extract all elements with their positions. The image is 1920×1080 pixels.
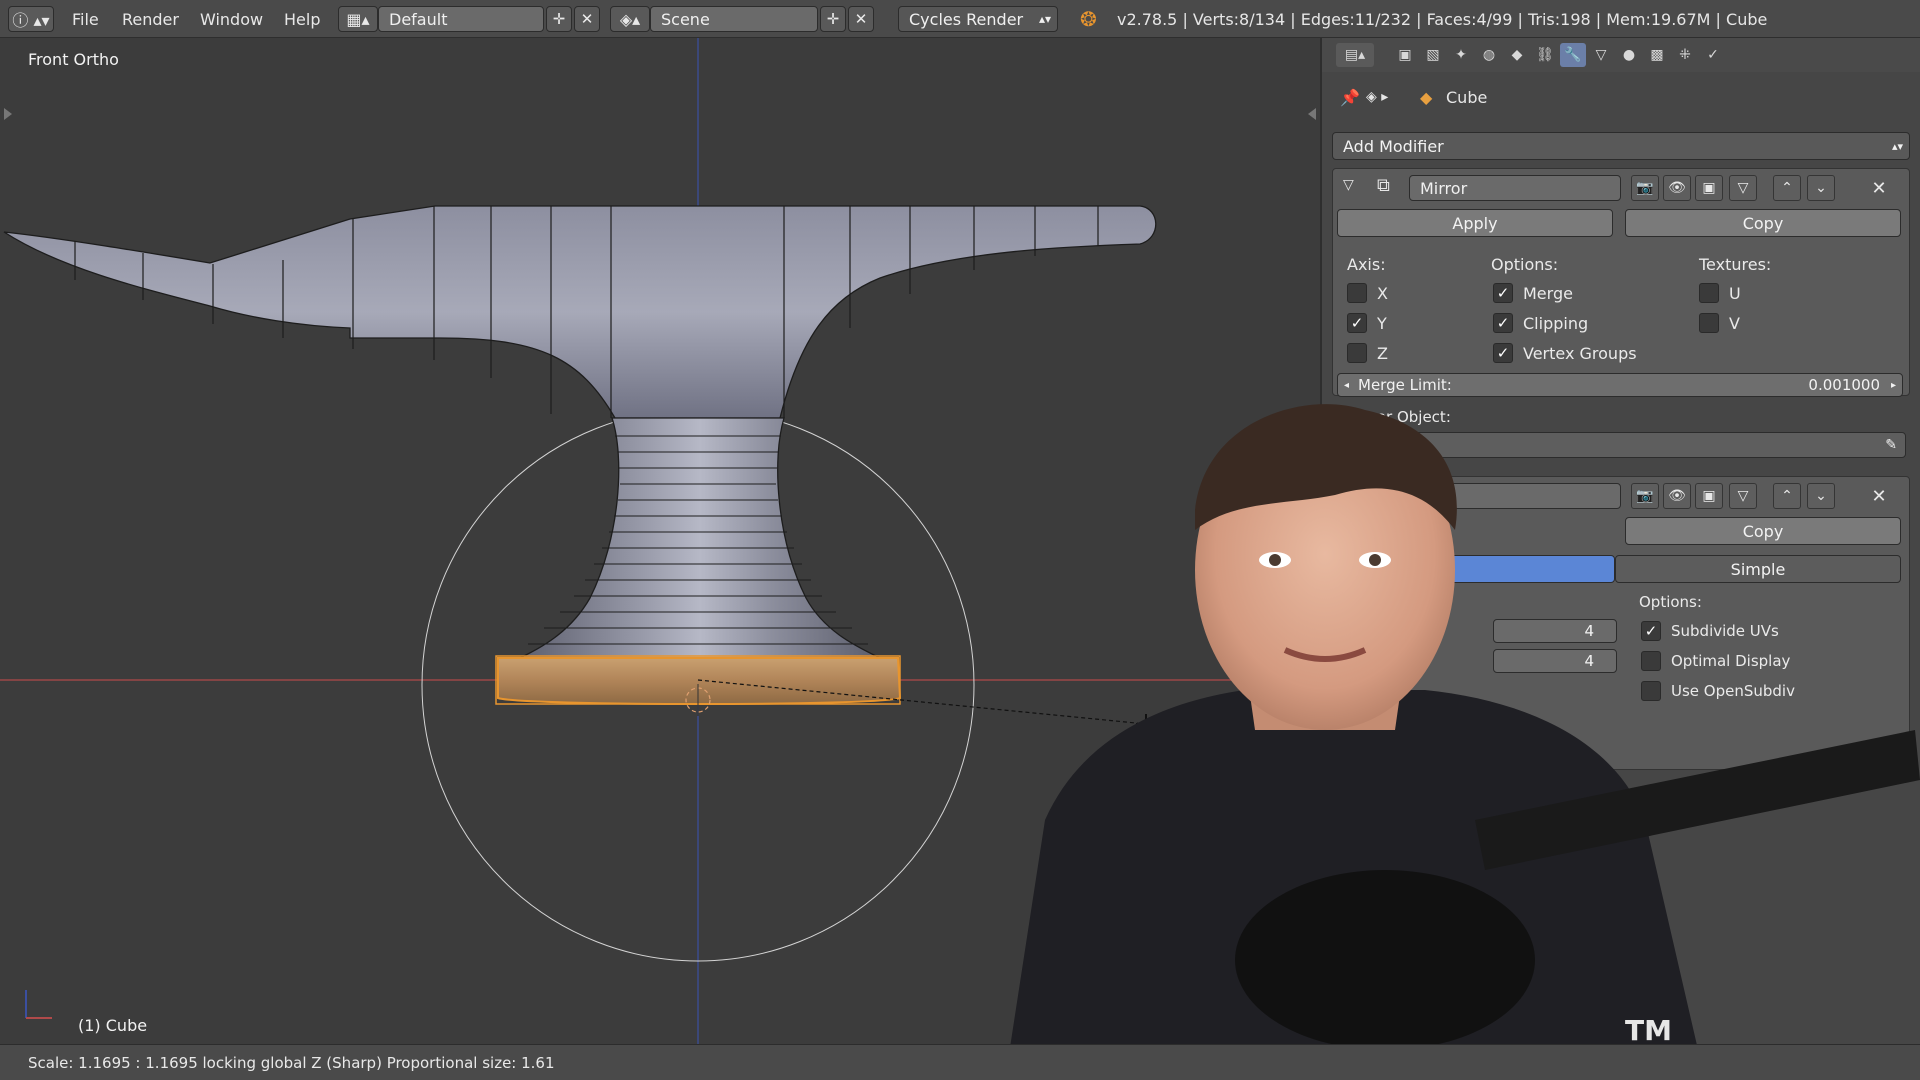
merge-limit-label: Merge Limit: [1358, 376, 1452, 394]
delete-scene-button[interactable]: ✕ [848, 6, 874, 32]
world-tab-icon[interactable]: ◍ [1476, 43, 1502, 67]
edit-mode-toggle-icon[interactable]: ▣ [1695, 175, 1723, 201]
menu-help[interactable]: Help [280, 0, 324, 38]
texture-u-label: U [1729, 284, 1741, 303]
layout-name-field[interactable]: Default [378, 6, 544, 32]
collapse-triangle-icon[interactable]: ▽ [1343, 177, 1354, 193]
info-icon: ⓘ ▴▾ [12, 11, 50, 30]
render-toggle-camera-icon[interactable]: 📷 [1631, 175, 1659, 201]
viewport-corner-right [1308, 108, 1316, 120]
scene-statistics: v2.78.5 | Verts:8/134 | Edges:11/232 | F… [1117, 9, 1768, 29]
modifier-name-field[interactable]: Mirror [1409, 175, 1621, 201]
delete-layout-button[interactable]: ✕ [574, 6, 600, 32]
axis-z-checkbox[interactable] [1347, 343, 1367, 363]
status-bar: Scale: 1.1695 : 1.1695 locking global Z … [0, 1044, 1920, 1080]
transform-status-text: Scale: 1.1695 : 1.1695 locking global Z … [28, 1053, 555, 1072]
context-breadcrumb: 📌 ◈ ▸ ◆ Cube [1322, 72, 1920, 122]
merge-label: Merge [1523, 284, 1573, 303]
texture-u-checkbox[interactable] [1699, 283, 1719, 303]
data-tab-icon[interactable]: ▽ [1588, 43, 1614, 67]
mirror-modifier-header: ▽ ⧉ Mirror 📷 👁 ▣ ▽ ⌃ ⌄ ✕ [1333, 169, 1909, 207]
scene-context-icon: ◈ ▸ [1366, 89, 1389, 105]
apply-button[interactable]: Apply [1337, 209, 1613, 237]
vertex-groups-label: Vertex Groups [1523, 344, 1637, 363]
mirror-modifier-icon: ⧉ [1377, 175, 1390, 196]
on-cage-toggle-icon[interactable]: ▽ [1729, 175, 1757, 201]
object-tab-icon[interactable]: ◆ [1504, 43, 1530, 67]
anvil-base-selected [497, 657, 902, 705]
top-header: ⓘ ▴▾ File Render Window Help ▦▴ Default … [0, 0, 1920, 38]
texture-v-checkbox[interactable] [1699, 313, 1719, 333]
render-tab-icon[interactable]: ▣ [1392, 43, 1418, 67]
editor-type-icon[interactable]: ▤▴ [1336, 43, 1374, 67]
increment-arrow-icon[interactable]: ▸ [1891, 380, 1896, 391]
axis-x-label: X [1377, 284, 1388, 303]
microphone [1235, 870, 1535, 1050]
viewport-corner-left [4, 108, 12, 120]
pin-icon[interactable]: 📌 [1340, 88, 1360, 107]
scene-tab-icon[interactable]: ✦ [1448, 43, 1474, 67]
merge-checkbox[interactable]: ✓ [1493, 283, 1513, 303]
copy-button[interactable]: Copy [1625, 209, 1901, 237]
context-object-label: Cube [1446, 87, 1488, 107]
add-scene-button[interactable]: ✛ [820, 6, 846, 32]
dropdown-arrow-icon: ▴▾ [1038, 12, 1051, 26]
render-engine-label: Cycles Render [909, 9, 1024, 29]
scene-name-field[interactable]: Scene [650, 6, 818, 32]
add-layout-button[interactable]: ✛ [546, 6, 572, 32]
info-editor-type-button[interactable]: ⓘ ▴▾ [8, 6, 54, 32]
blender-logo-icon: ❂ [1080, 7, 1097, 31]
anvil-top-mesh [3, 205, 1157, 419]
texture-tab-icon[interactable]: ▩ [1644, 43, 1670, 67]
texture-v-label: V [1729, 314, 1740, 333]
presenter-webcam-overlay: TM [1005, 404, 1920, 1080]
view-name-label: Front Ortho [28, 50, 119, 69]
axis-x-checkbox[interactable] [1347, 283, 1367, 303]
constraints-tab-icon[interactable]: ⛓ [1532, 43, 1558, 67]
render-layers-tab-icon[interactable]: ▧ [1420, 43, 1446, 67]
render-engine-select[interactable]: Cycles Render ▴▾ [898, 6, 1058, 32]
merge-limit-slider[interactable]: ◂ Merge Limit: 0.001000 ▸ [1337, 373, 1903, 397]
clipping-label: Clipping [1523, 314, 1589, 333]
axis-y-label: Y [1377, 314, 1387, 333]
textures-label: Textures: [1699, 255, 1772, 274]
axis-gizmo [25, 990, 52, 1019]
menu-file[interactable]: File [68, 0, 103, 38]
menu-render[interactable]: Render [118, 0, 183, 38]
modifiers-tab-icon[interactable]: 🔧 [1560, 43, 1586, 67]
material-tab-icon[interactable]: ● [1616, 43, 1642, 67]
particles-tab-icon[interactable]: ⁜ [1672, 43, 1698, 67]
move-down-icon[interactable]: ⌄ [1807, 175, 1835, 201]
screen-layout-icon[interactable]: ▦▴ [338, 6, 378, 32]
menu-window[interactable]: Window [196, 0, 267, 38]
merge-limit-value: 0.001000 [1808, 376, 1880, 394]
vertex-groups-checkbox[interactable]: ✓ [1493, 343, 1513, 363]
decrement-arrow-icon[interactable]: ◂ [1344, 380, 1349, 391]
add-modifier-button[interactable]: Add Modifier ▴▾ [1332, 132, 1910, 160]
axis-y-checkbox[interactable]: ✓ [1347, 313, 1367, 333]
active-object-label: (1) Cube [78, 1016, 148, 1035]
svg-text:TM: TM [1625, 1014, 1672, 1047]
scene-icon[interactable]: ◈▴ [610, 6, 650, 32]
axis-z-label: Z [1377, 344, 1388, 363]
mirror-modifier-panel: ▽ ⧉ Mirror 📷 👁 ▣ ▽ ⌃ ⌄ ✕ Apply Copy Axis… [1332, 168, 1910, 397]
axis-label: Axis: [1347, 255, 1386, 274]
properties-tabs: ▤▴ ▣ ▧ ✦ ◍ ◆ ⛓ 🔧 ▽ ● ▩ ⁜ ✓ [1322, 38, 1920, 72]
anvil-waist-mesh [519, 417, 881, 659]
physics-tab-icon[interactable]: ✓ [1700, 43, 1726, 67]
clipping-checkbox[interactable]: ✓ [1493, 313, 1513, 333]
add-modifier-label: Add Modifier [1343, 136, 1444, 156]
viewport-visibility-eye-icon[interactable]: 👁 [1663, 175, 1691, 201]
dropdown-arrow-icon: ▴▾ [1891, 139, 1903, 153]
cube-object-icon: ◆ [1420, 87, 1433, 107]
move-up-icon[interactable]: ⌃ [1773, 175, 1801, 201]
options-label: Options: [1491, 255, 1559, 274]
remove-modifier-close-icon[interactable]: ✕ [1865, 175, 1893, 201]
